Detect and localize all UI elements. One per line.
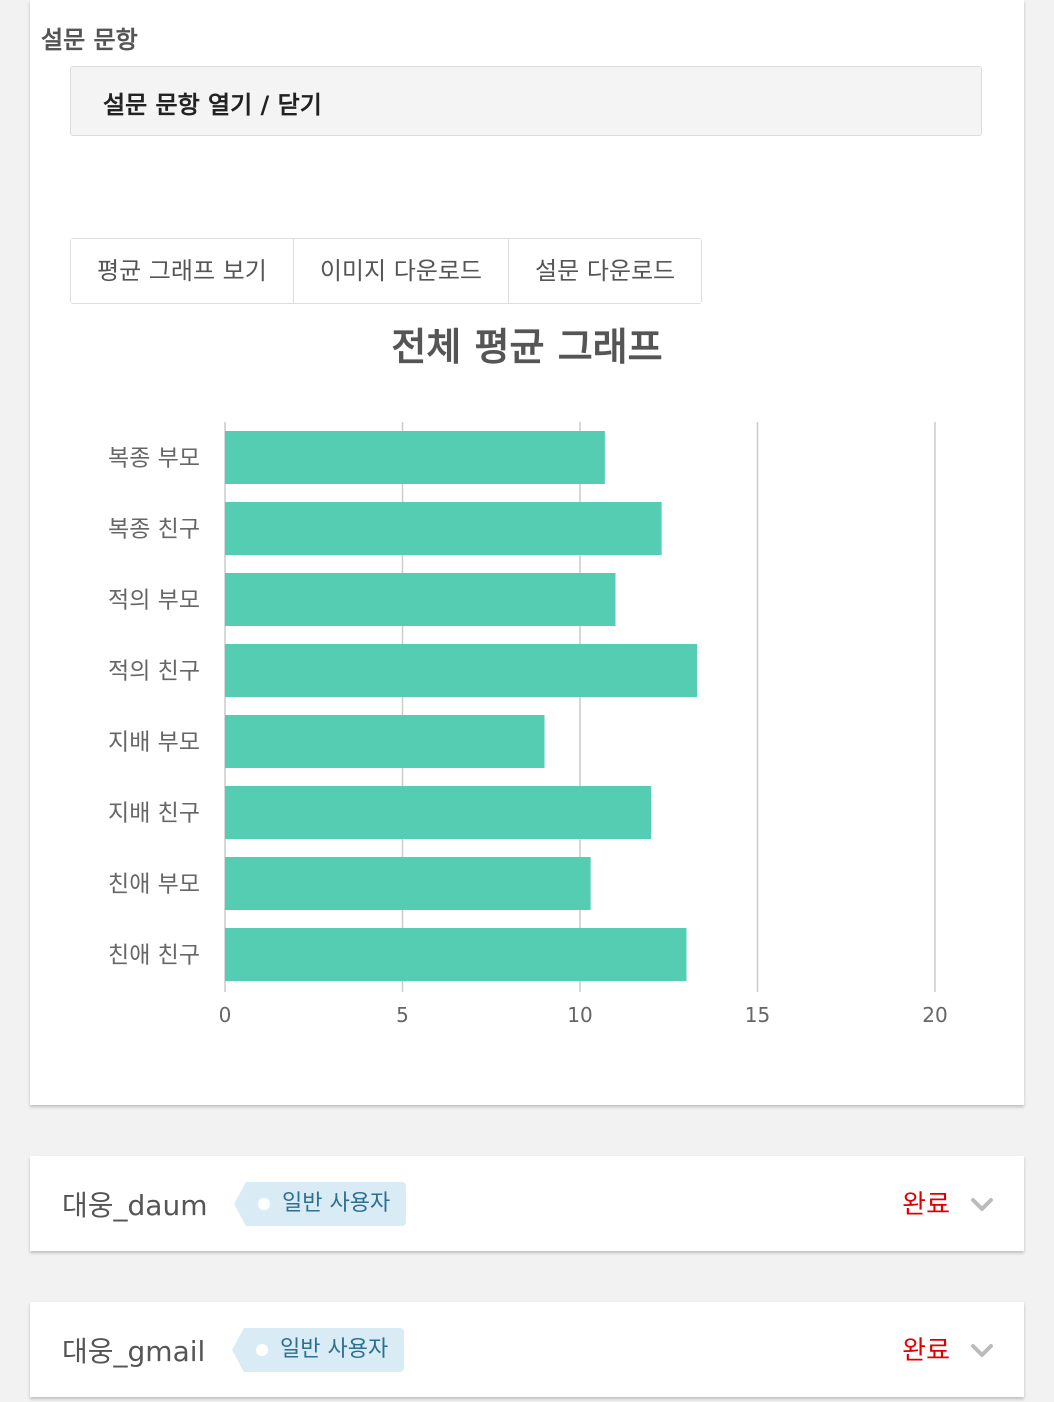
chevron-down-icon[interactable] — [970, 1192, 994, 1216]
category-label: 친애 친구 — [108, 943, 200, 969]
bar — [225, 431, 605, 484]
category-label: 지배 부모 — [108, 730, 200, 756]
bar — [225, 502, 662, 555]
bar — [225, 644, 698, 697]
badge-label: 일반 사용자 — [280, 1337, 389, 1362]
user-name: 대웅_gmail — [62, 1335, 206, 1368]
bar-chart: 0 5 10 15 20 복종 부모복종 친구적의 부모적의 친구지배 부모지배 친구친애… — [108, 422, 948, 1027]
category-label: 복종 친구 — [108, 517, 200, 543]
bar — [225, 786, 651, 839]
bar — [225, 857, 591, 910]
x-tick-label: 20 — [922, 1003, 947, 1027]
category-label: 적의 친구 — [108, 659, 200, 685]
badge-dot-icon — [256, 1344, 268, 1356]
user-type-badge: 일반 사용자 — [233, 1182, 407, 1226]
bar — [225, 928, 687, 981]
status-text: 완료 — [902, 1190, 950, 1220]
category-label: 지배 친구 — [108, 801, 200, 827]
x-tick-label: 15 — [745, 1003, 770, 1027]
category-label: 친애 부모 — [108, 872, 200, 898]
category-label: 복종 부모 — [108, 446, 200, 472]
x-tick-label: 10 — [567, 1003, 592, 1027]
badge-label: 일반 사용자 — [282, 1191, 391, 1216]
badge-dot-icon — [258, 1198, 270, 1210]
user-name: 대웅_daum — [62, 1189, 208, 1222]
bar — [225, 715, 545, 768]
bar — [225, 573, 616, 626]
user-row[interactable]: 대웅_gmail 일반 사용자 완료 — [30, 1302, 1024, 1397]
survey-card: 설문 문항 설문 문항 열기 / 닫기 평균 그래프 보기 이미지 다운로드 설… — [30, 0, 1024, 1105]
chevron-down-icon[interactable] — [970, 1338, 994, 1362]
status-text: 완료 — [902, 1336, 950, 1366]
x-tick-label: 0 — [219, 1003, 232, 1027]
user-type-badge: 일반 사용자 — [231, 1328, 405, 1372]
category-label: 적의 부모 — [108, 588, 200, 614]
user-row[interactable]: 대웅_daum 일반 사용자 완료 — [30, 1156, 1024, 1251]
x-tick-label: 5 — [396, 1003, 409, 1027]
